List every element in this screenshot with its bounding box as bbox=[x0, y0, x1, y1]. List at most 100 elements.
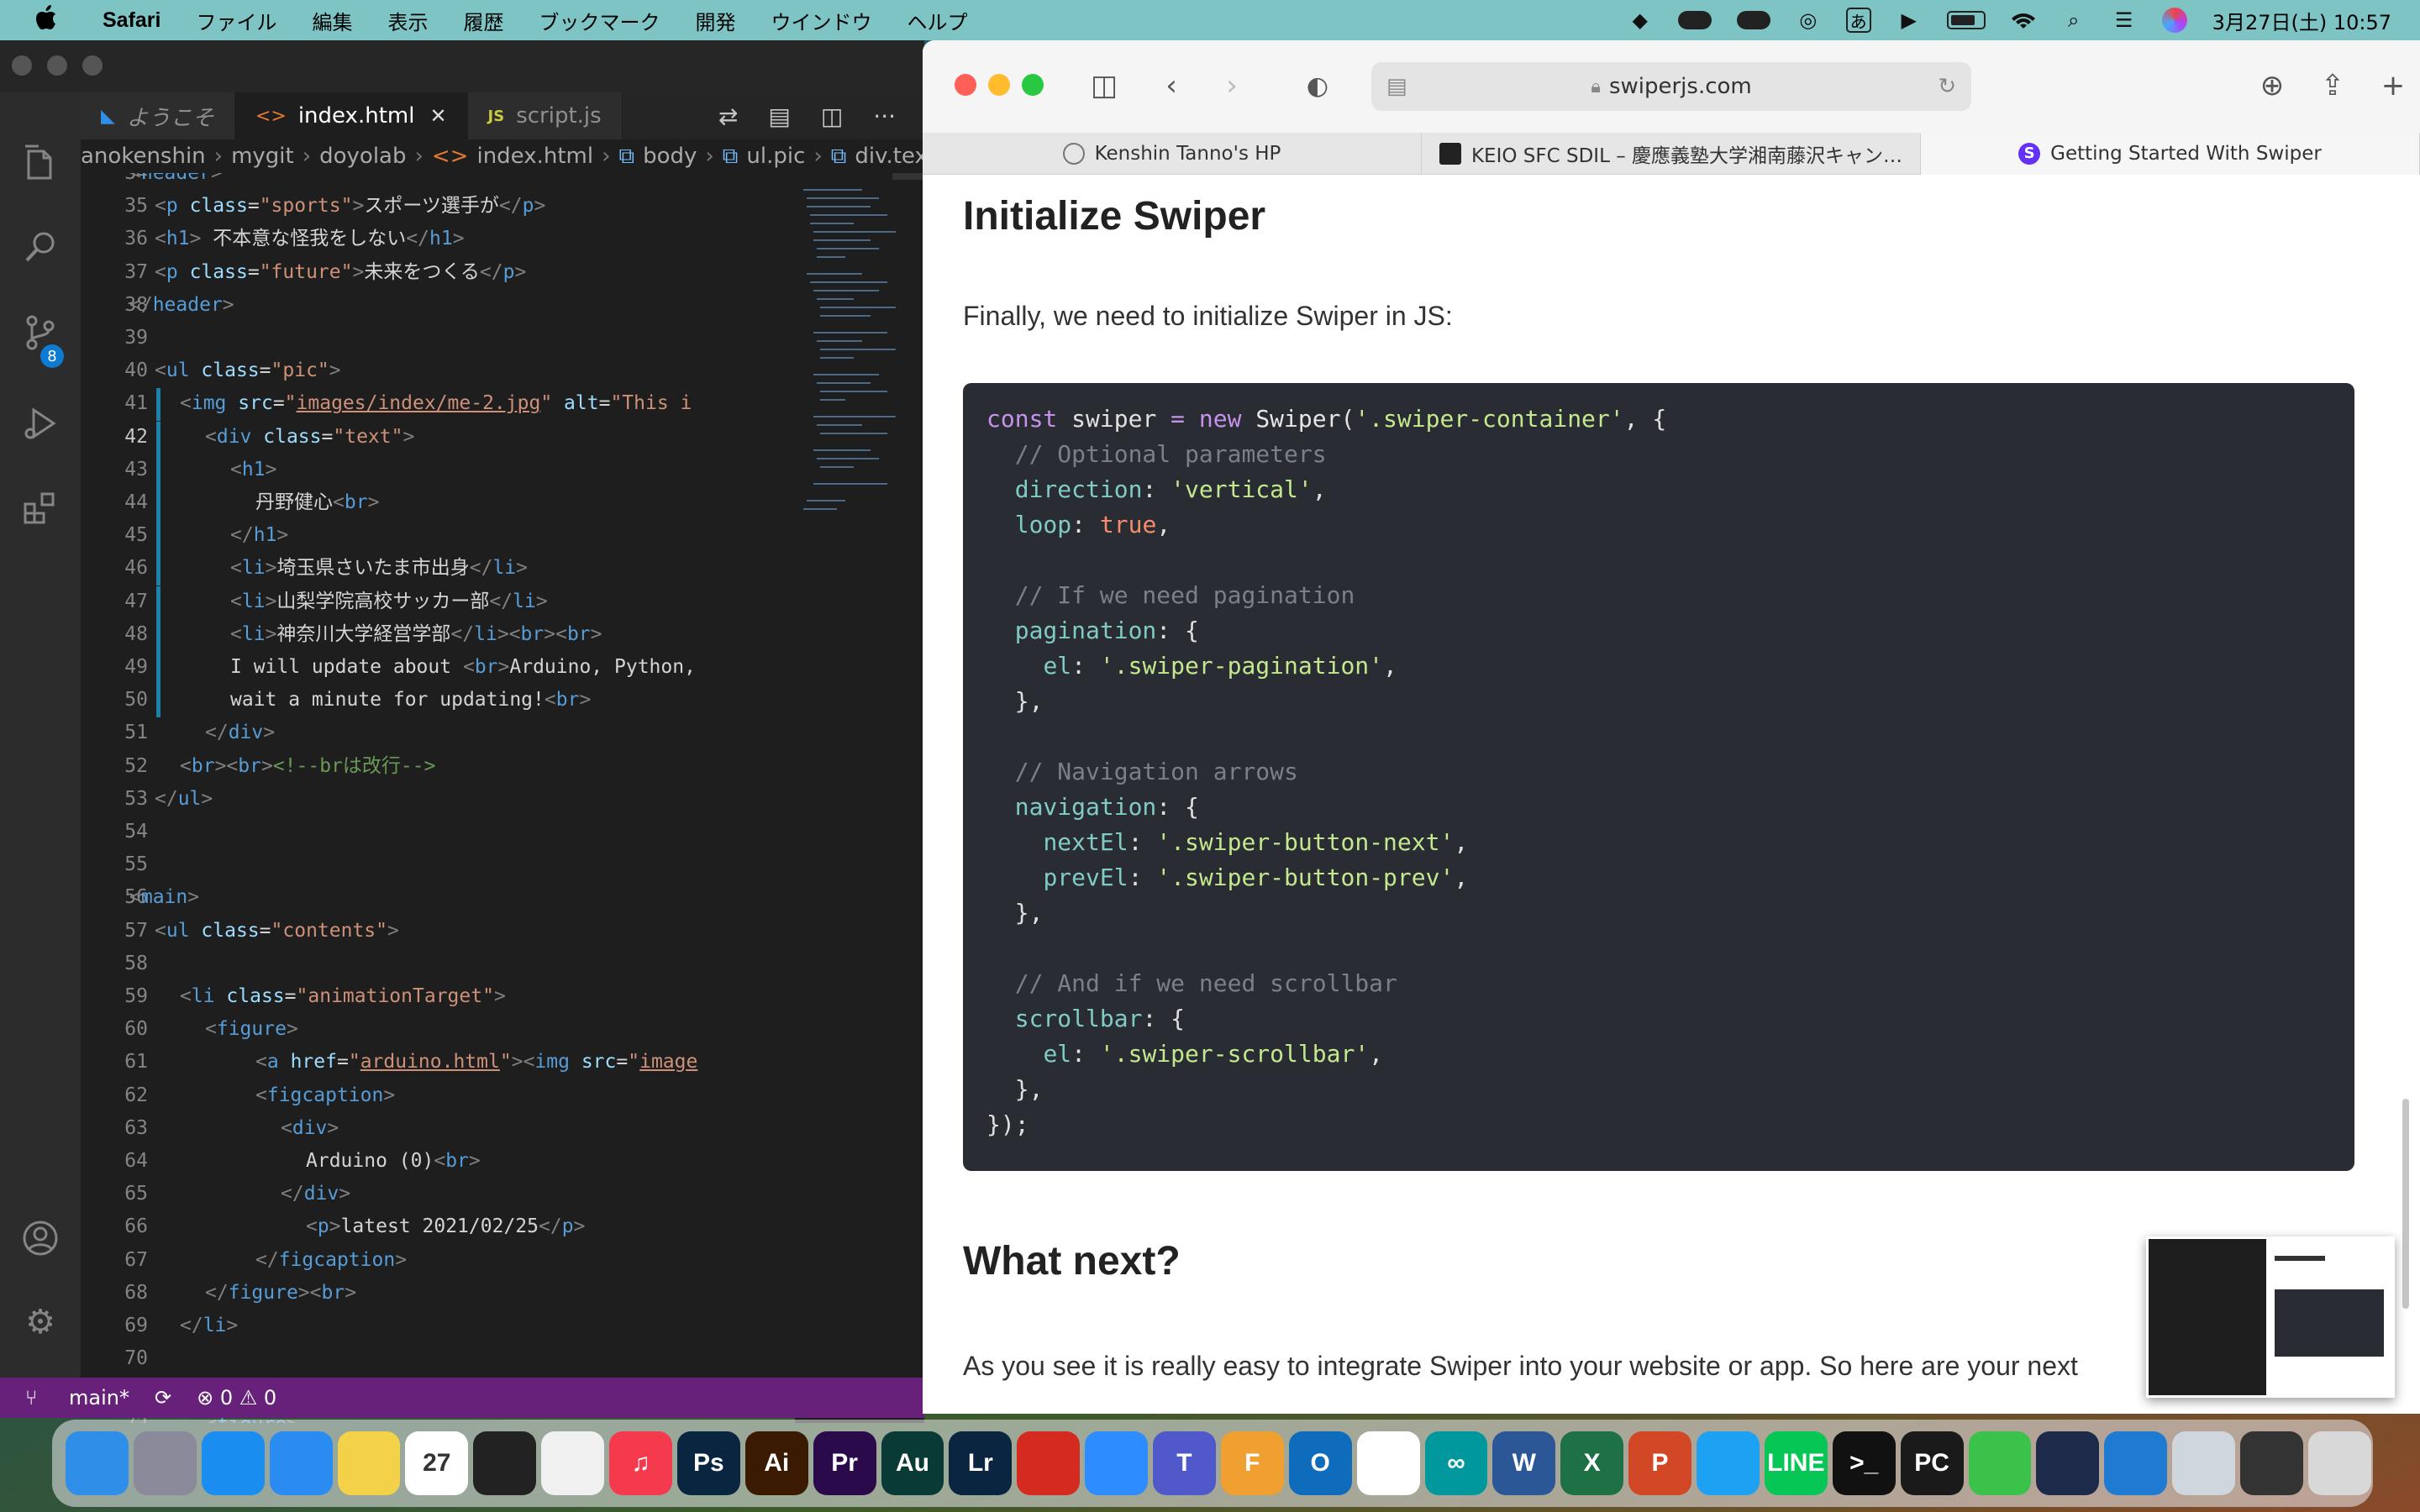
code-line[interactable]: 46 <li>埼玉県さいたま市出身</li> bbox=[81, 553, 798, 586]
code-line[interactable]: 49 I will update about <br>Arduino, Pytho… bbox=[81, 652, 798, 685]
dock-calendar-icon[interactable]: 27 bbox=[405, 1431, 469, 1495]
code-line[interactable]: 58 bbox=[81, 948, 798, 979]
tab-keio-sdil[interactable]: KEIO SFC SDIL – 慶應義塾大学湘南藤沢キャン… bbox=[1422, 133, 1921, 175]
extensions-icon[interactable] bbox=[20, 487, 60, 528]
close-tab-icon[interactable]: ✕ bbox=[429, 104, 446, 128]
code-line[interactable]: 45 </h1> bbox=[81, 520, 798, 554]
more-actions-icon[interactable]: ··· bbox=[873, 102, 896, 130]
screenshot-thumbnail[interactable] bbox=[2146, 1236, 2395, 1398]
dock-premiere-icon[interactable]: Pr bbox=[813, 1431, 876, 1495]
cloud-icon[interactable] bbox=[1677, 11, 1712, 29]
dock-zoom-icon[interactable] bbox=[1085, 1431, 1148, 1495]
minimize-window-button[interactable] bbox=[988, 74, 1010, 96]
reload-icon[interactable]: ↻ bbox=[1938, 74, 1956, 99]
code-line[interactable]: 40 <ul class="pic"> bbox=[81, 355, 798, 386]
menu-develop[interactable]: 開発 bbox=[695, 6, 735, 35]
share-icon[interactable]: ⇪ bbox=[2314, 67, 2351, 104]
privacy-shield-icon[interactable]: ◐ bbox=[1301, 67, 1334, 104]
menu-view[interactable]: 表示 bbox=[387, 6, 428, 35]
control-center-icon[interactable]: ☰ bbox=[2112, 8, 2137, 32]
open-changes-icon[interactable]: ⇄ bbox=[718, 102, 738, 130]
code-line[interactable]: 43 <h1> bbox=[81, 454, 798, 487]
dock-notes-icon[interactable] bbox=[337, 1431, 401, 1495]
url-text[interactable]: swiperjs.com bbox=[1609, 74, 1752, 99]
code-line[interactable]: 38 </header> bbox=[81, 290, 798, 320]
code-line[interactable]: 61 <a href="arduino.html"><img src="image bbox=[81, 1047, 798, 1077]
dock-launchpad-icon[interactable] bbox=[133, 1431, 197, 1495]
menu-clock[interactable]: 3月27日(土) 10:57 bbox=[2212, 6, 2391, 35]
code-line[interactable]: 36 <h1> 不本意な怪我をしない</h1> bbox=[81, 223, 798, 254]
code-line[interactable]: 50 wait a minute for updating!<br> bbox=[81, 685, 798, 718]
code-line[interactable]: 68 </figure><br> bbox=[81, 1278, 798, 1308]
code-line[interactable]: 41 <img src="images/index/me-2.jpg" alt="… bbox=[81, 388, 798, 422]
code-line[interactable]: 69 </li> bbox=[81, 1310, 798, 1341]
downloads-icon[interactable]: ⊕ bbox=[2254, 67, 2291, 104]
dock-fusion360-icon[interactable]: F bbox=[1220, 1431, 1284, 1495]
dock-line-icon[interactable]: LINE bbox=[1764, 1431, 1828, 1495]
back-button[interactable]: ‹ bbox=[1155, 67, 1188, 104]
dock-music-icon[interactable]: ♫ bbox=[609, 1431, 672, 1495]
page-scrollbar[interactable] bbox=[2402, 1099, 2409, 1309]
code-line[interactable]: 56 <main> bbox=[81, 882, 798, 912]
dock-lightroom-icon[interactable]: Lr bbox=[949, 1431, 1013, 1495]
dock-acrobat-icon[interactable] bbox=[1017, 1431, 1081, 1495]
search-icon[interactable] bbox=[20, 227, 60, 267]
play-icon[interactable]: ▶ bbox=[1897, 8, 1922, 32]
code-line[interactable]: 35 <p class="sports">スポーツ選手が</p> bbox=[81, 191, 798, 221]
breadcrumb-item[interactable]: body bbox=[643, 144, 697, 169]
breadcrumb-item[interactable]: index.html bbox=[476, 144, 593, 169]
dock-recent-window-icon[interactable] bbox=[2240, 1431, 2303, 1495]
dock-pycharm-icon[interactable]: PC bbox=[1900, 1431, 1964, 1495]
dock-vscode-icon[interactable] bbox=[2104, 1431, 2168, 1495]
code-line[interactable]: 66 <p>latest 2021/02/25</p> bbox=[81, 1211, 798, 1242]
code-line[interactable]: 70 bbox=[81, 1343, 798, 1373]
dock-mail-icon[interactable] bbox=[269, 1431, 333, 1495]
run-debug-icon[interactable] bbox=[20, 403, 60, 444]
creative-cloud-icon[interactable]: ◎ bbox=[1796, 8, 1821, 32]
dock-photos-icon[interactable] bbox=[541, 1431, 604, 1495]
menu-app-name[interactable]: Safari bbox=[103, 8, 160, 33]
search-icon[interactable]: ⌕ bbox=[2061, 8, 2086, 32]
dock-terminal-icon[interactable]: >_ bbox=[1832, 1431, 1896, 1495]
menu-history[interactable]: 履歴 bbox=[463, 6, 503, 35]
zoom-window-button[interactable] bbox=[82, 55, 103, 76]
code-line[interactable]: 34 <header> bbox=[81, 173, 798, 188]
dock-audition-icon[interactable]: Au bbox=[881, 1431, 944, 1495]
breadcrumb-item[interactable]: ul.pic bbox=[746, 144, 805, 169]
new-tab-button[interactable]: + bbox=[2375, 67, 2412, 104]
code-line[interactable]: 42 <div class="text"> bbox=[81, 421, 798, 454]
account-icon[interactable] bbox=[20, 1218, 60, 1258]
breadcrumb-item[interactable]: div.text bbox=[855, 144, 924, 169]
dock-preview-icon[interactable] bbox=[2172, 1431, 2235, 1495]
tab-index-html[interactable]: <> index.html ✕ bbox=[234, 92, 468, 139]
apple-menu-icon[interactable] bbox=[35, 4, 64, 36]
breadcrumb-item[interactable]: mygit bbox=[231, 144, 294, 169]
preview-icon[interactable]: ▤ bbox=[768, 102, 790, 130]
branch-indicator[interactable]: ⑂ main* bbox=[25, 1386, 129, 1410]
minimize-window-button[interactable] bbox=[47, 55, 67, 76]
tab-swiper[interactable]: S Getting Started With Swiper bbox=[1921, 133, 2420, 175]
dock-xcode-app-icon[interactable] bbox=[2036, 1431, 2100, 1495]
dock-illustrator-icon[interactable]: Ai bbox=[744, 1431, 808, 1495]
menu-file[interactable]: ファイル bbox=[196, 6, 276, 35]
close-window-button[interactable] bbox=[955, 74, 976, 96]
dock-powerpoint-icon[interactable]: P bbox=[1628, 1431, 1691, 1495]
code-line[interactable]: 67 </figcaption> bbox=[81, 1245, 798, 1275]
menu-help[interactable]: ヘルプ bbox=[907, 6, 967, 35]
code-line[interactable]: 47 <li>山梨学院高校サッカー部</li> bbox=[81, 585, 798, 619]
dock-twitter-icon[interactable] bbox=[1697, 1431, 1760, 1495]
code-line[interactable]: 62 <figcaption> bbox=[81, 1080, 798, 1110]
zoom-window-button[interactable] bbox=[1022, 74, 1044, 96]
dock-teams-icon[interactable]: T bbox=[1153, 1431, 1216, 1495]
close-window-button[interactable] bbox=[12, 55, 32, 76]
code-line[interactable]: 63 <div> bbox=[81, 1113, 798, 1143]
code-line[interactable]: 53 </ul> bbox=[81, 784, 798, 814]
status-app-icon[interactable]: ◆ bbox=[1628, 8, 1653, 32]
dock-word-icon[interactable]: W bbox=[1492, 1431, 1556, 1495]
split-editor-icon[interactable]: ◫ bbox=[821, 102, 843, 130]
code-line[interactable]: 39 bbox=[81, 323, 798, 353]
code-line[interactable]: 60 <figure> bbox=[81, 1014, 798, 1044]
problems-indicator[interactable]: ⊗ 0 ⚠ 0 bbox=[197, 1386, 276, 1410]
dock-outlook-icon[interactable]: O bbox=[1288, 1431, 1352, 1495]
tab-kenshin-hp[interactable]: Kenshin Tanno's HP bbox=[923, 133, 1422, 175]
